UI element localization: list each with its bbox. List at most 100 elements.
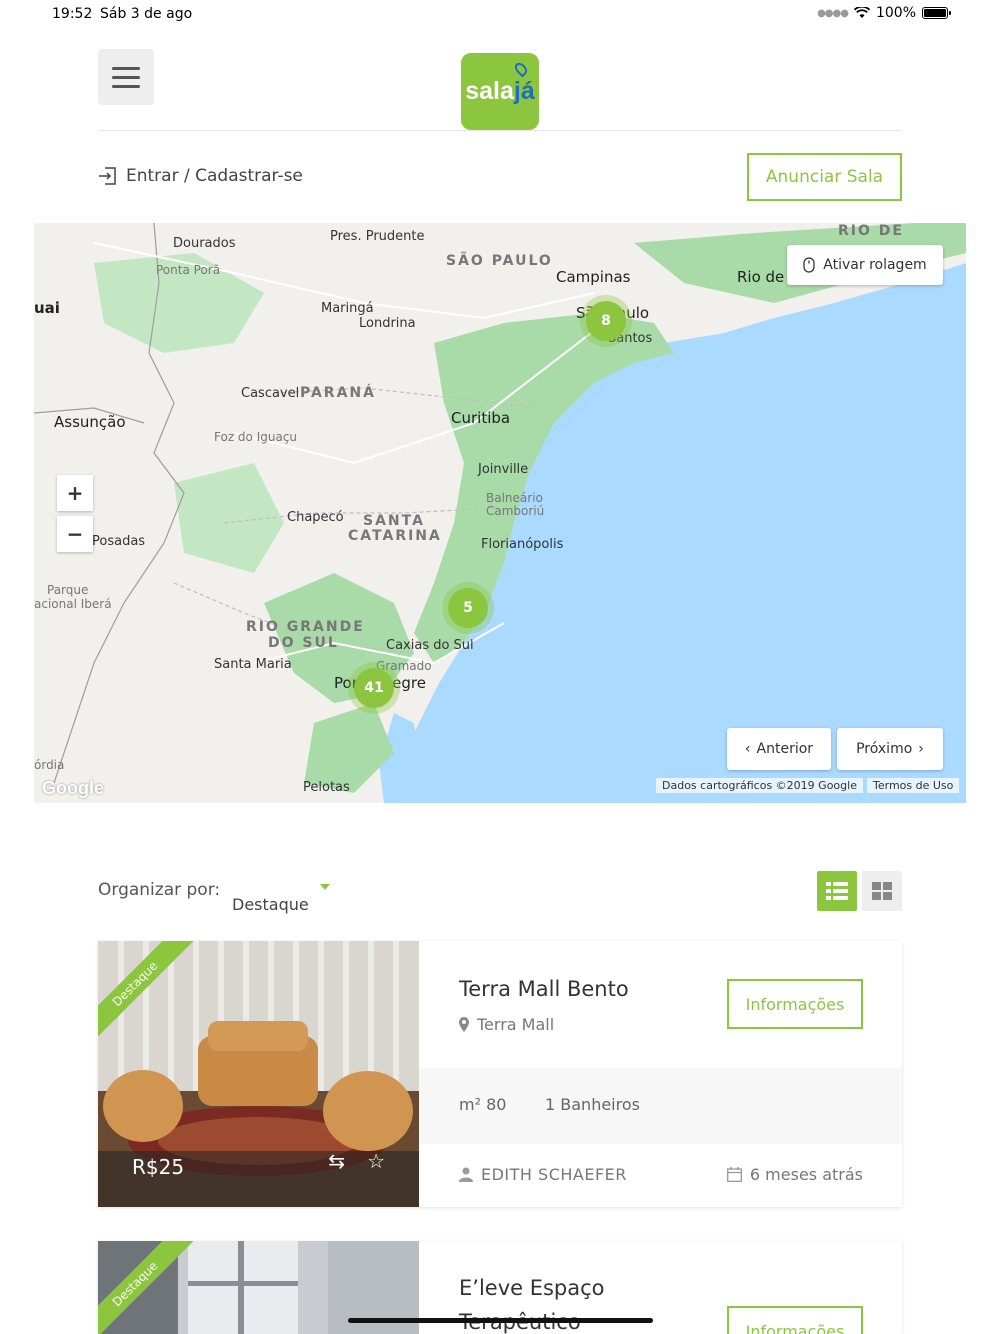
map-city-label: Florianópolis <box>481 537 564 552</box>
status-time: 19:52 <box>52 6 93 22</box>
zoom-in-button[interactable]: + <box>57 475 93 511</box>
posted-time: 6 meses atrás <box>749 1165 863 1184</box>
agent-name: EDITH SCHAEFER <box>481 1165 627 1184</box>
listing-title[interactable]: Terra Mall Bento <box>459 977 629 1001</box>
header-divider <box>98 130 902 131</box>
listing-stats: m² 80 1 Banheiros <box>419 1068 902 1144</box>
info-button[interactable]: Informações <box>727 1306 863 1334</box>
map-city-label: Camboriú <box>486 504 545 518</box>
status-bar: 19:52 Sáb 3 de ago ●●●● 100% <box>0 0 1000 28</box>
map-state-label: PARANÁ <box>300 385 376 401</box>
signal-dots-icon: ●●●● <box>817 7 849 19</box>
map-city-label: Campinas <box>556 268 631 286</box>
battery-icon <box>922 7 951 19</box>
map-city-label: Londrina <box>359 316 416 331</box>
logo-text-ja: já <box>512 60 535 106</box>
map-city-label: órdia <box>34 758 65 772</box>
enable-scroll-label: Ativar rolagem <box>823 257 927 273</box>
sign-in-icon <box>99 167 116 185</box>
wifi-icon <box>853 7 870 18</box>
status-indicators: ●●●● 100% <box>817 5 951 21</box>
map-city-label: Balneário <box>486 491 543 505</box>
map-state-label: CATARINA <box>348 528 442 544</box>
listing-price: R$25 <box>132 1155 185 1179</box>
map-city-label: Parque <box>47 583 89 597</box>
map-cluster-marker[interactable]: 41 <box>354 668 394 708</box>
listing-photo[interactable]: Destaque R$25 ⇆ ☆ <box>98 941 419 1207</box>
compare-icon[interactable]: ⇆ <box>328 1149 345 1173</box>
home-indicator[interactable] <box>348 1318 653 1323</box>
chevron-right-icon: › <box>918 741 924 757</box>
map-city-label: Cascavel <box>241 386 300 401</box>
map-city-label: Rio de <box>737 268 785 286</box>
login-label: Entrar / Cadastrar-se <box>126 166 303 186</box>
map-cluster-marker[interactable]: 5 <box>448 588 488 628</box>
listing-agent[interactable]: EDITH SCHAEFER <box>459 1165 627 1184</box>
location-pin-icon <box>512 60 530 78</box>
login-link[interactable]: Entrar / Cadastrar-se <box>98 166 303 186</box>
map-state-label: RIO GRANDE <box>246 619 365 635</box>
sort-select[interactable]: Destaque <box>232 895 309 914</box>
map-state-label: SANTA <box>363 513 425 529</box>
listing-card[interactable]: Destaque R$25 ⇆ ☆ Terra Mall Bento Terra… <box>98 941 902 1207</box>
chevron-left-icon: ‹ <box>744 741 751 757</box>
chevron-down-icon[interactable] <box>320 884 330 890</box>
listing-area: m² 80 <box>459 1095 507 1114</box>
list-view-button[interactable] <box>817 871 857 911</box>
map-marker-icon <box>459 1017 469 1032</box>
map-city-label: Pres. Prudente <box>330 229 425 244</box>
map-state-label: RIO DE <box>838 223 904 239</box>
status-date: Sáb 3 de ago <box>100 6 193 22</box>
listing-location: Terra Mall <box>459 1015 554 1034</box>
google-logo: Google <box>42 778 104 798</box>
menu-line-icon <box>112 84 140 88</box>
next-button[interactable]: Próximo › <box>837 728 943 770</box>
map-city-label: Pelotas <box>303 780 350 795</box>
map-city-label: uai <box>34 299 60 317</box>
map-city-label: Ponta Porã <box>156 263 221 277</box>
enable-scroll-button[interactable]: Ativar rolagem <box>787 245 943 285</box>
map-state-label: SÃO PAULO <box>446 253 553 269</box>
sort-label: Organizar por: <box>98 880 221 900</box>
user-icon <box>459 1167 473 1182</box>
map-city-label: Joinville <box>478 462 529 477</box>
next-label: Próximo <box>856 741 913 757</box>
map-city-label: Posadas <box>92 534 146 549</box>
previous-label: Anterior <box>756 741 814 757</box>
map-city-label: acional Iberá <box>34 597 112 611</box>
star-icon[interactable]: ☆ <box>367 1149 385 1173</box>
menu-line-icon <box>112 66 140 70</box>
map-city-label: Assunção <box>54 413 126 431</box>
map-city-label: Curitiba <box>451 409 511 427</box>
menu-line-icon <box>112 75 140 79</box>
hamburger-menu-button[interactable] <box>98 49 154 105</box>
info-button[interactable]: Informações <box>727 979 863 1029</box>
listing-photo-actions: ⇆ ☆ <box>328 1149 385 1173</box>
announce-room-button[interactable]: Anunciar Sala <box>747 153 902 201</box>
map-cluster-marker[interactable]: 8 <box>586 301 626 341</box>
list-icon <box>826 882 848 900</box>
grid-view-button[interactable] <box>862 871 902 911</box>
listing-location-text: Terra Mall <box>477 1015 555 1034</box>
salaja-logo[interactable]: sala já <box>461 53 539 130</box>
map-city-label: Maringá <box>321 301 374 316</box>
zoom-out-button[interactable]: − <box>57 516 93 552</box>
map-attribution: Dados cartográficos ©2019 Google <box>656 778 863 793</box>
map-terms-link[interactable]: Termos de Uso <box>867 778 960 793</box>
map-city-label: Chapecó <box>287 510 344 525</box>
map-city-label: Dourados <box>173 236 236 251</box>
listing-title[interactable]: E’leve Espaço <box>459 1276 605 1300</box>
listing-bathrooms: 1 Banheiros <box>545 1095 640 1114</box>
listing-date: 6 meses atrás <box>726 1165 863 1184</box>
grid-icon <box>872 882 892 900</box>
map-city-label: Caxias do Sul <box>386 638 474 653</box>
map-state-label: DO SUL <box>268 635 339 651</box>
previous-button[interactable]: ‹ Anterior <box>727 728 831 770</box>
calendar-icon <box>726 1167 742 1182</box>
map-city-label: Foz do Iguaçu <box>214 430 298 444</box>
mouse-icon <box>803 257 815 273</box>
battery-percent: 100% <box>875 5 916 21</box>
map[interactable]: SÃO PAULO PARANÁ SANTA CATARINA RIO GRAN… <box>34 223 966 803</box>
map-city-label: Santa Maria <box>214 657 292 672</box>
logo-text-sala: sala <box>465 77 514 105</box>
